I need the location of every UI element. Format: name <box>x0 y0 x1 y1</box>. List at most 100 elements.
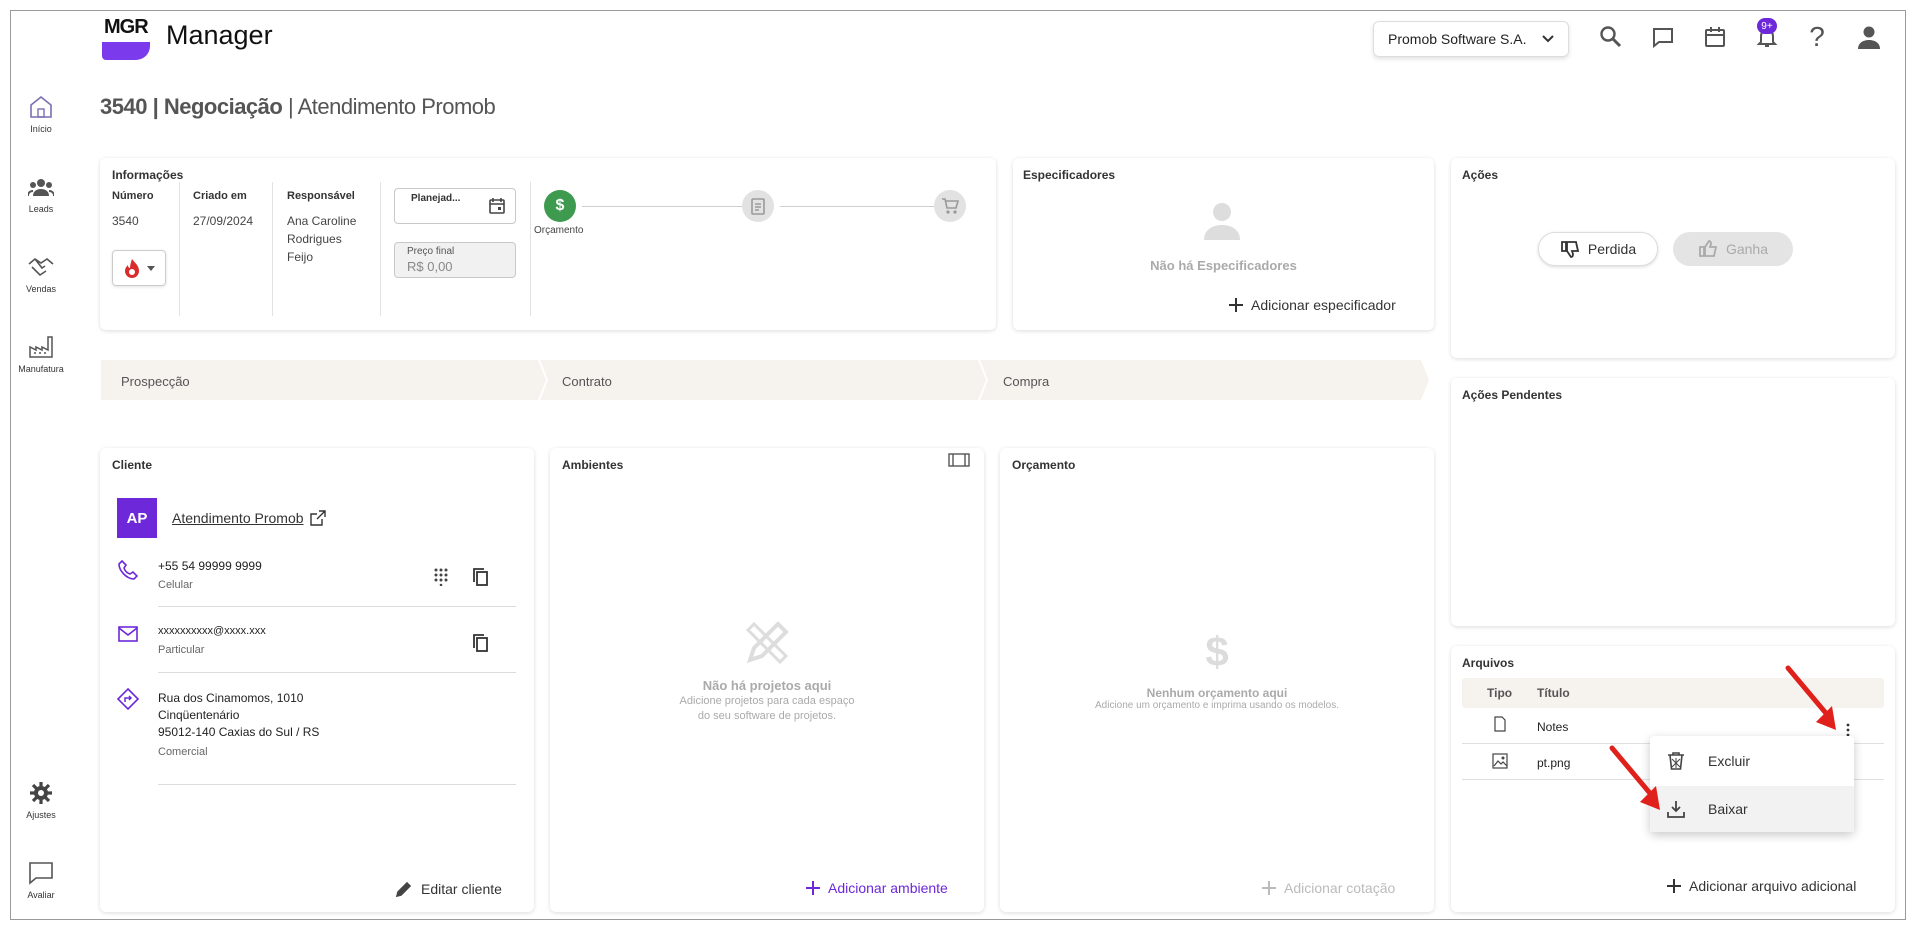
pipeline-stages: Prospecção Contrato Compra <box>101 360 1429 400</box>
planejado-label: Planejad... <box>411 193 461 204</box>
cart-icon <box>942 198 959 214</box>
external-link-icon <box>309 510 326 526</box>
client-name: Atendimento Promob <box>172 510 304 526</box>
stage-compra[interactable]: Compra <box>1003 374 1049 389</box>
add-quote-button[interactable]: Adicionar cotação <box>1262 880 1395 896</box>
view-toggle-icon[interactable] <box>948 453 970 467</box>
user-icon[interactable] <box>1854 22 1884 52</box>
sidebar-label: Leads <box>28 204 54 214</box>
criado-value: 27/09/2024 <box>193 214 254 228</box>
sidebar-item-manufatura[interactable]: Manufatura <box>12 334 70 374</box>
handshake-icon <box>28 258 54 277</box>
numero-value: 3540 <box>112 214 139 228</box>
add-file-button[interactable]: Adicionar arquivo adicional <box>1667 878 1856 894</box>
rooms-empty: Não há projetos aqui <box>702 678 832 693</box>
caret-down-icon <box>147 265 155 271</box>
stage-prospeccao[interactable]: Prospecção <box>121 374 190 389</box>
edit-client-button[interactable]: Editar cliente <box>395 880 502 898</box>
divider <box>158 784 516 785</box>
client-address-line1: Rua dos Cinamomos, 1010 <box>158 691 304 705</box>
sidebar-item-avaliar[interactable]: Avaliar <box>12 860 70 900</box>
annotation-arrow <box>1785 665 1836 730</box>
copy-icon[interactable] <box>472 634 488 652</box>
client-link[interactable]: Atendimento Promob <box>172 510 326 526</box>
step-contract[interactable] <box>742 190 774 222</box>
sidebar-item-inicio[interactable]: Início <box>12 94 70 134</box>
menu-item-download[interactable]: Baixar <box>1650 786 1854 832</box>
dialpad-icon[interactable] <box>434 568 448 586</box>
pencil-icon <box>395 881 412 898</box>
file-name: pt.png <box>1537 756 1571 770</box>
step-purchase[interactable] <box>934 190 966 222</box>
divider <box>530 182 531 316</box>
annotation-arrow <box>1609 745 1660 810</box>
search-icon[interactable] <box>1596 22 1626 52</box>
stage-contrato[interactable]: Contrato <box>562 374 612 389</box>
sidebar-label: Avaliar <box>27 890 55 900</box>
pending-actions-title: Ações Pendentes <box>1462 388 1563 402</box>
logo-shape <box>102 42 150 60</box>
home-icon <box>30 95 52 118</box>
phone-icon <box>118 560 138 580</box>
specifiers-card: Especificadores Não há Especificadores A… <box>1013 158 1434 330</box>
planejado-date-field[interactable]: Planejad... <box>394 188 516 224</box>
calendar-icon[interactable] <box>489 198 505 214</box>
avatar: AP <box>117 498 157 538</box>
budget-card: Orçamento $ Nenhum orçamento aqui Adicio… <box>1000 448 1434 912</box>
sidebar-label: Vendas <box>25 284 57 294</box>
logo-text: MGR <box>104 16 149 38</box>
sidebar-label: Manufatura <box>18 364 64 374</box>
app-logo[interactable]: MGR <box>102 16 152 62</box>
responsavel-label: Responsável <box>287 190 355 202</box>
add-specifier-label: Adicionar especificador <box>1251 297 1396 313</box>
actions-card: Ações Perdida Ganha <box>1451 158 1895 358</box>
sidebar-item-vendas[interactable]: Vendas <box>12 254 70 294</box>
step-budget[interactable]: $ <box>544 190 576 222</box>
page-title: 3540 | Negociação | Atendimento Promob <box>100 94 496 119</box>
add-room-button[interactable]: Adicionar ambiente <box>806 880 948 896</box>
actions-title: Ações <box>1462 168 1499 182</box>
file-icon <box>1494 716 1506 732</box>
client-address-type: Comercial <box>158 746 208 758</box>
plus-icon <box>1667 879 1681 893</box>
edit-client-label: Editar cliente <box>421 881 502 897</box>
sidebar-label: Ajustes <box>26 810 56 820</box>
divider <box>272 182 273 316</box>
sidebar-item-ajustes[interactable]: Ajustes <box>12 780 70 820</box>
design-tools-icon <box>745 621 789 665</box>
help-icon[interactable]: ? <box>1802 21 1832 52</box>
preco-final-field: Preço final R$ 0,00 <box>394 242 516 278</box>
plus-icon <box>806 881 820 895</box>
mark-won-label: Ganha <box>1725 241 1769 257</box>
deal-name: Atendimento Promob <box>297 94 496 119</box>
client-address-line2: Cinqüentenário <box>158 708 240 722</box>
rooms-empty-sub2: do seu software de projetos. <box>697 710 837 722</box>
plus-icon <box>1262 881 1276 895</box>
add-file-label: Adicionar arquivo adicional <box>1689 878 1857 894</box>
sidebar-item-leads[interactable]: Leads <box>12 174 70 214</box>
chat-icon <box>29 862 53 885</box>
mark-won-button[interactable]: Ganha <box>1673 232 1793 266</box>
calendar-icon[interactable] <box>1700 22 1730 52</box>
client-email-type: Particular <box>158 644 205 656</box>
image-icon <box>1492 753 1508 769</box>
mark-lost-label: Perdida <box>1587 241 1637 257</box>
add-specifier-button[interactable]: Adicionar especificador <box>1229 297 1396 313</box>
pending-actions-card: Ações Pendentes <box>1451 378 1895 626</box>
info-card: Informações Número 3540 Criado em 27/09/… <box>100 158 996 330</box>
person-icon <box>1204 203 1240 240</box>
rooms-empty-sub1: Adicione projetos para cada espaço <box>679 695 855 707</box>
info-title: Informações <box>112 168 184 182</box>
menu-item-delete[interactable]: Excluir <box>1650 738 1854 784</box>
temperature-selector[interactable] <box>112 250 166 286</box>
client-card: Cliente AP Atendimento Promob +55 54 999… <box>100 448 534 912</box>
chat-icon[interactable] <box>1648 22 1678 52</box>
files-title: Arquivos <box>1462 656 1515 670</box>
step-line <box>582 206 742 207</box>
sidebar-label: Início <box>30 124 52 134</box>
copy-icon[interactable] <box>472 568 488 586</box>
client-phone-type: Celular <box>158 579 193 591</box>
mark-lost-button[interactable]: Perdida <box>1538 232 1658 266</box>
step-budget-label: Orçamento <box>534 225 584 236</box>
company-selector[interactable]: Promob Software S.A. <box>1373 21 1569 57</box>
